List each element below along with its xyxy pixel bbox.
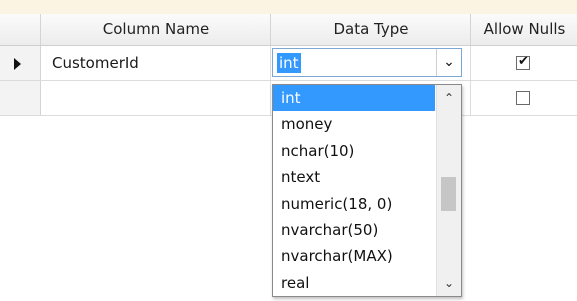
scroll-down-chevron-icon[interactable]: ⌄ — [437, 272, 461, 294]
dropdown-option[interactable]: nvarchar(MAX) — [273, 243, 435, 269]
grid-divider — [470, 81, 471, 115]
row-selector[interactable] — [0, 46, 41, 80]
grid-divider — [270, 81, 271, 115]
dropdown-option[interactable]: int — [273, 85, 435, 112]
grid-header: Column Name Data Type Allow Nulls — [0, 14, 577, 46]
row-selector-header — [0, 14, 40, 45]
dropdown-scrollbar[interactable]: ⌃ ⌄ — [436, 85, 461, 296]
dropdown-option[interactable]: money — [273, 111, 435, 137]
data-type-combobox[interactable]: int ⌄ — [272, 48, 462, 77]
allow-nulls-checkbox[interactable]: ✔ — [516, 54, 530, 70]
designer-top-strip — [0, 0, 577, 14]
column-name-cell[interactable]: CustomerId — [52, 46, 139, 80]
scroll-up-chevron-icon[interactable]: ⌃ — [437, 87, 461, 109]
dropdown-option[interactable]: numeric(18, 0) — [273, 191, 435, 217]
allow-nulls-checkbox[interactable] — [516, 91, 530, 105]
data-type-options: int money nchar(10) ntext numeric(18, 0)… — [273, 85, 435, 296]
dropdown-option[interactable]: real — [273, 270, 435, 296]
data-type-dropdown[interactable]: int money nchar(10) ntext numeric(18, 0)… — [272, 84, 462, 297]
dropdown-option[interactable]: ntext — [273, 164, 435, 190]
grid-divider — [470, 46, 471, 80]
row-selector[interactable] — [0, 81, 41, 115]
chevron-down-icon[interactable]: ⌄ — [436, 49, 461, 76]
dropdown-option[interactable]: nchar(10) — [273, 138, 435, 164]
column-name-header[interactable]: Column Name — [40, 14, 271, 45]
table-row[interactable]: CustomerId int ⌄ ✔ — [0, 46, 577, 81]
current-row-arrow-icon — [14, 58, 21, 70]
grid-divider — [270, 46, 271, 80]
data-type-combobox-value[interactable]: int — [277, 53, 301, 73]
data-type-header[interactable]: Data Type — [270, 14, 471, 45]
scrollbar-thumb[interactable] — [441, 177, 456, 211]
dropdown-option[interactable]: nvarchar(50) — [273, 217, 435, 243]
check-icon: ✔ — [518, 54, 529, 69]
allow-nulls-header[interactable]: Allow Nulls — [470, 14, 577, 45]
